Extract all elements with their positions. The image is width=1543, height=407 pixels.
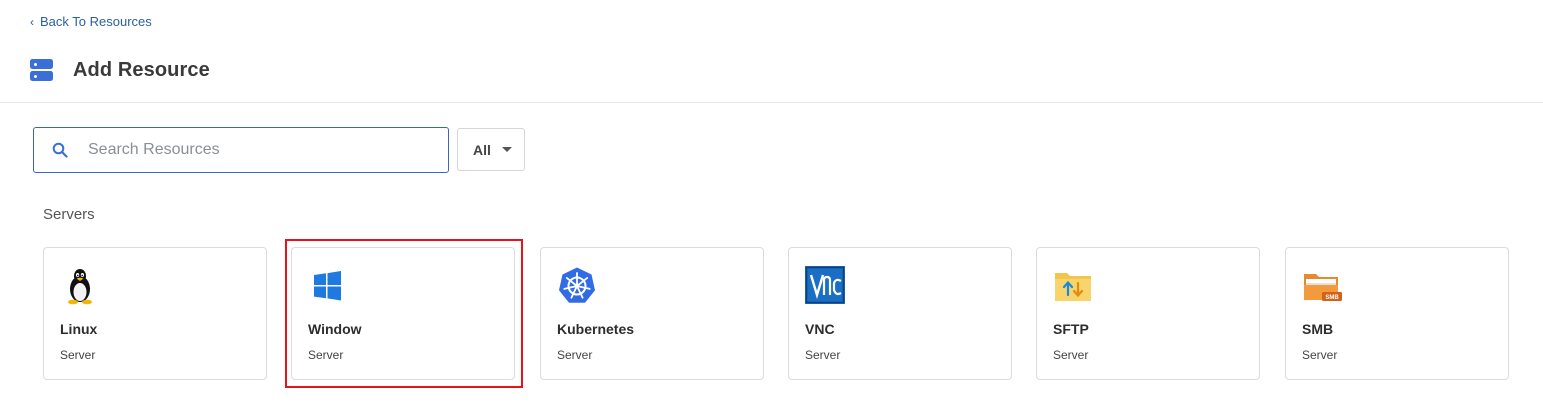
chevron-left-icon: ‹ (30, 14, 34, 29)
resource-type: Server (308, 348, 344, 362)
resource-name: Linux (60, 321, 98, 337)
linux-tux-icon (60, 266, 100, 306)
caret-down-icon (502, 147, 512, 152)
smb-folder-icon: SMB (1302, 266, 1342, 306)
sftp-folder-icon (1053, 266, 1093, 306)
back-to-resources-link[interactable]: ‹ Back To Resources (30, 14, 152, 29)
resource-card-window[interactable]: Window Server (291, 247, 515, 380)
resource-type: Server (1053, 348, 1089, 362)
category-filter-select[interactable]: All (457, 128, 525, 171)
page-title: Add Resource (73, 58, 210, 81)
search-icon (52, 142, 68, 158)
kubernetes-wheel-icon (557, 266, 597, 306)
resource-name: Kubernetes (557, 321, 635, 337)
header-divider (0, 102, 1543, 103)
windows-logo-icon (308, 266, 348, 306)
resource-name: Window (308, 321, 362, 337)
section-title-servers: Servers (43, 206, 95, 223)
search-box[interactable] (33, 127, 449, 173)
resource-type: Server (60, 348, 96, 362)
resource-type: Server (805, 348, 841, 362)
resource-name: SMB (1302, 321, 1334, 337)
resource-name: SFTP (1053, 321, 1089, 337)
resource-type: Server (1302, 348, 1338, 362)
resource-card-smb[interactable]: SMB SMB Server (1285, 247, 1509, 380)
resource-type: Server (557, 348, 593, 362)
server-stack-icon (30, 58, 53, 82)
filter-selected-value: All (473, 141, 491, 158)
resource-card-linux[interactable]: Linux Server (43, 247, 267, 380)
resource-name: VNC (805, 321, 835, 337)
vnc-logo-icon (805, 266, 845, 306)
back-link-label: Back To Resources (40, 14, 152, 29)
svg-text:SMB: SMB (1325, 295, 1339, 301)
page-header: Add Resource (30, 58, 210, 82)
resource-card-kubernetes[interactable]: Kubernetes Server (540, 247, 764, 380)
resource-card-sftp[interactable]: SFTP Server (1036, 247, 1260, 380)
search-input[interactable] (88, 141, 428, 159)
resource-card-vnc[interactable]: VNC Server (788, 247, 1012, 380)
